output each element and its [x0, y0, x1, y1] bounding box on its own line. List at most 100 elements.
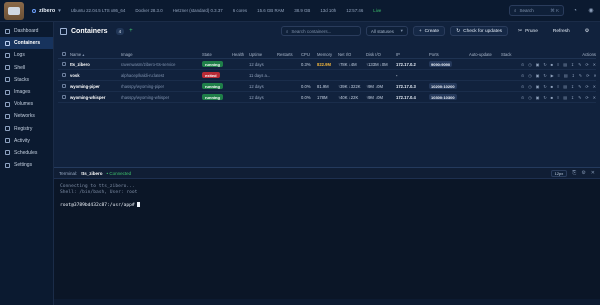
- gear-icon: [5, 162, 10, 168]
- settings-icon[interactable]: ⚙: [581, 170, 585, 176]
- sidebar-item-activity[interactable]: Activity: [0, 135, 53, 147]
- live-indicator: Live: [373, 8, 382, 13]
- global-search[interactable]: ⌕ Search ⌘ K: [509, 5, 564, 16]
- columns-menu-button[interactable]: ⚙: [580, 26, 594, 36]
- sidebar-item-registry[interactable]: Registry: [0, 123, 53, 135]
- terminal-output[interactable]: Connecting to tts_zibero... Shell: /bin/…: [54, 179, 600, 214]
- table-row[interactable]: wyoming-whisper rhasspy/wyoming-whisper …: [58, 92, 596, 103]
- check-updates-button[interactable]: ↻ Check for updates: [450, 26, 509, 36]
- sidebar-item-volumes[interactable]: Volumes: [0, 98, 53, 110]
- sidebar-item-label: Shell: [14, 64, 26, 71]
- terminal-label: Terminal:: [59, 170, 78, 176]
- sidebar-item-label: Stacks: [14, 76, 30, 83]
- column-name[interactable]: Name ▴: [70, 52, 121, 57]
- column-disk-io[interactable]: Disk I/O: [366, 52, 396, 57]
- row-actions[interactable]: ⊙ ◷ ▣ ↻ ■ ≡ ▤ ↧ ✎ ⟳ ✕: [521, 62, 596, 67]
- column-cpu[interactable]: CPU: [301, 52, 317, 57]
- column-stack[interactable]: Stack: [501, 52, 521, 57]
- sidebar-item-dashboard[interactable]: Dashboard: [0, 25, 53, 37]
- sidebar-item-settings[interactable]: Settings: [0, 159, 53, 171]
- top-bar: zibero ▾ Ubuntu 22.04.5 LTS x86_64 Docke…: [0, 0, 600, 22]
- container-name[interactable]: wyoming-piper: [70, 84, 121, 89]
- sidebar-item-containers[interactable]: Containers: [0, 37, 53, 50]
- container-uptime: 12 days: [249, 83, 264, 89]
- host-selector[interactable]: zibero ▾: [32, 8, 61, 14]
- container-disk-io: ↑133M ↓0M: [366, 61, 388, 67]
- user-icon[interactable]: ◉: [586, 6, 596, 16]
- app-logo: [4, 1, 24, 20]
- add-container-icon[interactable]: +: [129, 28, 133, 34]
- container-ip: 172.17.0.4: [396, 94, 416, 100]
- column-health[interactable]: Health: [232, 52, 249, 57]
- table-row[interactable]: vosk alphacep/kaldi-ru:latest exited 11 …: [58, 70, 596, 81]
- column-memory[interactable]: Memory: [317, 52, 338, 57]
- row-actions[interactable]: ⊙ ◷ ▣ ↻ ▶ ≡ ▤ ↧ ✎ ⟳ ✕: [521, 73, 596, 78]
- container-name[interactable]: vosk: [70, 73, 121, 78]
- column-net-io[interactable]: Net I/O: [338, 52, 366, 57]
- status-filter-select[interactable]: All statuses ▾: [365, 26, 408, 36]
- row-checkbox[interactable]: [58, 61, 70, 67]
- sidebar-item-schedules[interactable]: Schedules: [0, 147, 53, 159]
- container-search-input[interactable]: ⌕ Search containers...: [280, 26, 361, 36]
- container-search-placeholder: Search containers...: [291, 28, 332, 34]
- sidebar-item-label: Volumes: [14, 101, 34, 108]
- column-auto-update[interactable]: Auto-update: [469, 52, 501, 57]
- status-filter-value: All statuses: [370, 28, 394, 34]
- row-actions[interactable]: ⊙ ◷ ▣ ↻ ■ ≡ ▤ ↧ ✎ ⟳ ✕: [521, 95, 596, 100]
- column-restarts[interactable]: Restarts: [277, 52, 301, 57]
- sidebar-item-networks[interactable]: Networks: [0, 110, 53, 122]
- copy-icon[interactable]: ⎘: [572, 170, 576, 176]
- image-icon: [5, 89, 10, 95]
- chevron-down-icon: ▾: [58, 7, 61, 14]
- package-icon: [5, 126, 10, 132]
- prune-label: Prune: [525, 28, 538, 34]
- container-count-badge: 4: [115, 27, 125, 35]
- create-label: Create: [424, 28, 440, 34]
- column-image[interactable]: Image: [121, 52, 202, 57]
- host-status-icon: [32, 8, 36, 13]
- container-disk-io: ↑9M ↓0M: [366, 83, 383, 89]
- container-ip: -: [396, 72, 398, 78]
- layers-icon: [5, 77, 10, 83]
- port-badge[interactable]: 10300:10300: [429, 94, 457, 100]
- port-badge[interactable]: 9090:9090: [429, 61, 453, 67]
- terminal-cursor: [137, 202, 141, 207]
- status-badge: running: [202, 94, 223, 100]
- trash-icon: ✂: [518, 28, 523, 34]
- cores-stat: 6 cores: [232, 8, 248, 13]
- sidebar-item-logs[interactable]: Logs: [0, 49, 53, 61]
- container-name[interactable]: tts_zibero: [70, 62, 121, 67]
- row-actions[interactable]: ⊙ ◷ ▣ ↻ ■ ≡ ▤ ↧ ✎ ⟳ ✕: [521, 84, 596, 89]
- check-updates-label: Check for updates: [463, 28, 503, 34]
- column-uptime[interactable]: Uptime: [249, 52, 277, 57]
- notifications-icon[interactable]: ◔: [570, 6, 580, 16]
- row-checkbox[interactable]: [58, 94, 70, 100]
- row-checkbox[interactable]: [58, 83, 70, 89]
- sidebar-item-stacks[interactable]: Stacks: [0, 74, 53, 86]
- os-stat: Ubuntu 22.04.5 LTS x86_64: [70, 8, 126, 13]
- terminal-status: • Connected: [106, 170, 132, 176]
- create-button[interactable]: + Create: [412, 26, 446, 36]
- column-state[interactable]: State: [202, 52, 232, 57]
- port-badge[interactable]: 10200:10200: [429, 83, 457, 89]
- container-net-io: ↑78K ↓4M: [338, 61, 357, 67]
- column-ip[interactable]: IP: [396, 52, 429, 57]
- status-badge: running: [202, 61, 223, 67]
- refresh-button[interactable]: Refresh: [548, 26, 575, 36]
- table-row[interactable]: tts_zibero ravenwasm/zibero-tts-service …: [58, 59, 596, 70]
- container-name[interactable]: wyoming-whisper: [70, 95, 121, 100]
- row-checkbox[interactable]: [58, 72, 70, 78]
- sidebar-item-label: Images: [14, 89, 31, 96]
- close-icon[interactable]: ✕: [591, 170, 595, 176]
- containers-header: Containers 4 + ⌕ Search containers... Al…: [54, 24, 600, 38]
- font-size-select[interactable]: 12px: [550, 169, 568, 177]
- prune-button[interactable]: ✂ Prune: [513, 26, 543, 36]
- sidebar-item-images[interactable]: Images: [0, 86, 53, 98]
- container-disk-io: ↑9M ↓0M: [366, 94, 383, 100]
- terminal-panel[interactable]: Terminal: tts_zibero • Connected 12px ⎘ …: [54, 167, 600, 299]
- select-all-checkbox[interactable]: [58, 51, 70, 57]
- global-search-placeholder: Search: [519, 8, 534, 13]
- column-ports[interactable]: Ports: [429, 52, 469, 57]
- sidebar-item-shell[interactable]: Shell: [0, 62, 53, 74]
- table-row[interactable]: wyoming-piper rhasspy/wyoming-piper runn…: [58, 81, 596, 92]
